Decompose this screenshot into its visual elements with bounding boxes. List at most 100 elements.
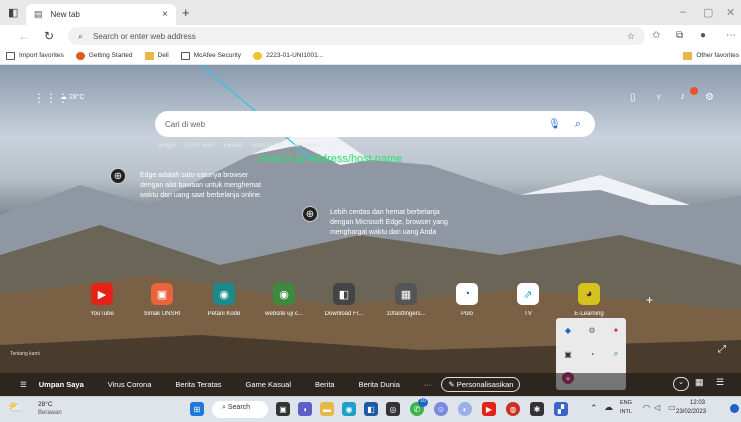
feed-tab[interactable]: Virus Corona <box>108 380 152 389</box>
tray-app-icon[interactable]: ✦ <box>610 324 622 336</box>
new-tab-button[interactable]: + <box>182 5 190 20</box>
tray-app-icon[interactable]: ◔ <box>586 348 598 360</box>
rewards-icon[interactable]: ♆ <box>655 92 663 103</box>
expand-icon[interactable]: ⤢ <box>718 344 726 355</box>
recent-search-item[interactable]: ... <box>329 143 334 149</box>
feed-tab[interactable]: Game Kasual <box>246 380 291 389</box>
more-feed-icon[interactable]: ··· <box>424 380 432 389</box>
back-icon[interactable]: ← <box>18 29 30 43</box>
list-view-icon[interactable]: ☰ <box>716 377 724 388</box>
recent-search-item[interactable]: yandex <box>224 143 243 149</box>
taskbar-weather-temp[interactable]: 28°C <box>38 401 53 408</box>
restore-button[interactable]: ▢ <box>703 6 713 19</box>
tray-app-icon[interactable]: ⚙ <box>586 324 598 336</box>
feed-tab[interactable]: Berita Dunia <box>359 380 400 389</box>
tab-new-tab[interactable]: ▤ New tab × <box>26 4 176 25</box>
volume-icon[interactable]: ◁ <box>654 403 660 412</box>
store-icon[interactable]: ◧ <box>364 402 378 416</box>
favorite-import[interactable]: Import favorites <box>6 51 64 60</box>
dell-icon[interactable]: ◎ <box>386 402 400 416</box>
recent-search-item[interactable]: google <box>158 143 176 149</box>
image-credit[interactable]: Tentang kami <box>10 351 40 357</box>
tile-youtube[interactable]: ▶ YouTube <box>74 283 130 317</box>
teams-icon[interactable]: ◐ <box>458 402 472 416</box>
close-window-button[interactable]: ✕ <box>726 6 735 19</box>
web-search-input[interactable]: Cari di web <box>165 120 548 129</box>
grid-view-icon[interactable]: ▦ <box>695 377 704 388</box>
file-explorer-icon[interactable]: ▬ <box>320 402 334 416</box>
collapse-feed-icon[interactable]: ⌄ <box>673 377 689 391</box>
search-icon: ⌕ <box>78 30 84 41</box>
add-favorite-icon[interactable]: ☆ <box>627 31 635 42</box>
favorites-icon[interactable]: ✩ <box>652 30 660 41</box>
collections-icon[interactable]: ⧉ <box>676 30 683 41</box>
feed-tab[interactable]: Berita <box>315 380 335 389</box>
feed-tab[interactable]: Umpan Saya <box>39 380 84 389</box>
notification-center-icon[interactable] <box>730 404 739 413</box>
favorite-mcafee[interactable]: McAfee Security <box>180 51 241 60</box>
add-site-icon[interactable]: + <box>646 293 653 307</box>
app-icon[interactable]: ▞ <box>554 402 568 416</box>
favorites-bar: Import favorites Getting Started Dell Mc… <box>0 47 741 65</box>
start-icon[interactable]: ⊞ <box>190 402 204 416</box>
tile-website-uji[interactable]: ◉ website uji c... <box>256 283 312 317</box>
youtube-icon[interactable]: ▶ <box>482 402 496 416</box>
lang-line-1[interactable]: ENG <box>620 400 632 406</box>
tray-app-icon[interactable]: ⌕ <box>610 348 622 360</box>
other-favorites[interactable]: Other favorites <box>683 51 739 60</box>
task-view-icon[interactable]: ▣ <box>276 402 290 416</box>
recent-search-item[interactable]: pdf to word <box>185 143 215 149</box>
personalize-label: Personalisasikan <box>456 380 514 389</box>
weather-icon[interactable]: ⛅ <box>8 400 23 414</box>
onedrive-icon[interactable]: ☁ <box>604 402 613 413</box>
tile-simak-unsri[interactable]: ▣ Simak UNSRI <box>134 283 190 317</box>
more-menu-icon[interactable]: ⋯ <box>726 30 736 41</box>
favorite-getting-started[interactable]: Getting Started <box>75 51 133 60</box>
feed-tab[interactable]: Berita Teratas <box>175 380 221 389</box>
address-bar[interactable]: ⌕ Search or enter web address ☆ <box>68 27 645 45</box>
tile-label: Simak UNSRI <box>143 311 181 317</box>
tray-app-icon[interactable]: ◆ <box>562 324 574 336</box>
tab-actions-icon[interactable]: ◧ <box>8 6 18 19</box>
tab-close-button[interactable]: × <box>162 9 168 20</box>
battery-icon[interactable]: ▭ <box>668 403 676 412</box>
download-icon: ◧ <box>333 283 355 305</box>
chat-icon[interactable]: ◖ <box>298 402 312 416</box>
globe-icon[interactable]: ⊕ <box>302 206 318 222</box>
tile-e-learning[interactable]: ◕ E-Learning <box>561 283 617 317</box>
recent-search-item[interactable]: word to pdf <box>252 143 282 149</box>
recent-search-item[interactable]: ssh ubuntu <box>291 143 320 149</box>
layout-icon[interactable]: ▯ <box>630 92 636 103</box>
edge-icon[interactable]: ◉ <box>342 402 356 416</box>
globe-icon[interactable]: ⊕ <box>110 168 126 184</box>
minimize-button[interactable]: – <box>680 6 686 18</box>
app-icon[interactable]: ☺ <box>434 402 448 416</box>
settings-gear-icon[interactable]: ⚙ <box>705 92 714 103</box>
tile-label: E-Learning <box>574 311 604 317</box>
menu-icon[interactable]: ☰ <box>20 380 27 389</box>
tile-petani-kode[interactable]: ◉ Petani Kode <box>196 283 252 317</box>
tile-tv[interactable]: ⇗ TV <box>500 283 556 317</box>
favorite-dell[interactable]: Dell <box>144 51 169 60</box>
web-search-box[interactable]: Cari di web 🎙 ⌕ <box>155 111 595 137</box>
show-hidden-icons[interactable]: ⌃ <box>590 403 598 414</box>
favorite-uni[interactable]: 2223-01-UNI1001... <box>253 51 323 60</box>
refresh-icon[interactable]: ↻ <box>44 29 54 43</box>
tip-line: menghargai waktu dan uang Anda <box>330 229 437 236</box>
tile-10fastfingers[interactable]: ▦ 10fastfingers... <box>378 283 434 317</box>
app-icon[interactable]: ✱ <box>530 402 544 416</box>
app-icon[interactable]: ◍ <box>506 402 520 416</box>
tile-polo[interactable]: ◔ Polo <box>439 283 495 317</box>
weather-widget[interactable]: ☁ 28°C <box>60 93 85 101</box>
taskbar-search-button[interactable]: ⌕ Search <box>212 401 268 418</box>
microphone-icon[interactable]: 🎙 <box>548 119 561 130</box>
personalize-button[interactable]: ✎ Personalisasikan <box>441 377 521 392</box>
tray-app-icon[interactable]: ▣ <box>562 348 574 360</box>
taskbar-time[interactable]: 12:03 <box>690 400 705 406</box>
wifi-icon[interactable]: ◠ <box>643 403 650 412</box>
tile-download[interactable]: ◧ Download Fr... <box>316 283 372 317</box>
profile-icon[interactable]: ● <box>700 30 706 41</box>
address-input[interactable]: Search or enter web address <box>93 32 196 41</box>
search-icon[interactable]: ⌕ <box>575 118 581 131</box>
notifications-icon[interactable]: ♪ <box>680 91 685 102</box>
